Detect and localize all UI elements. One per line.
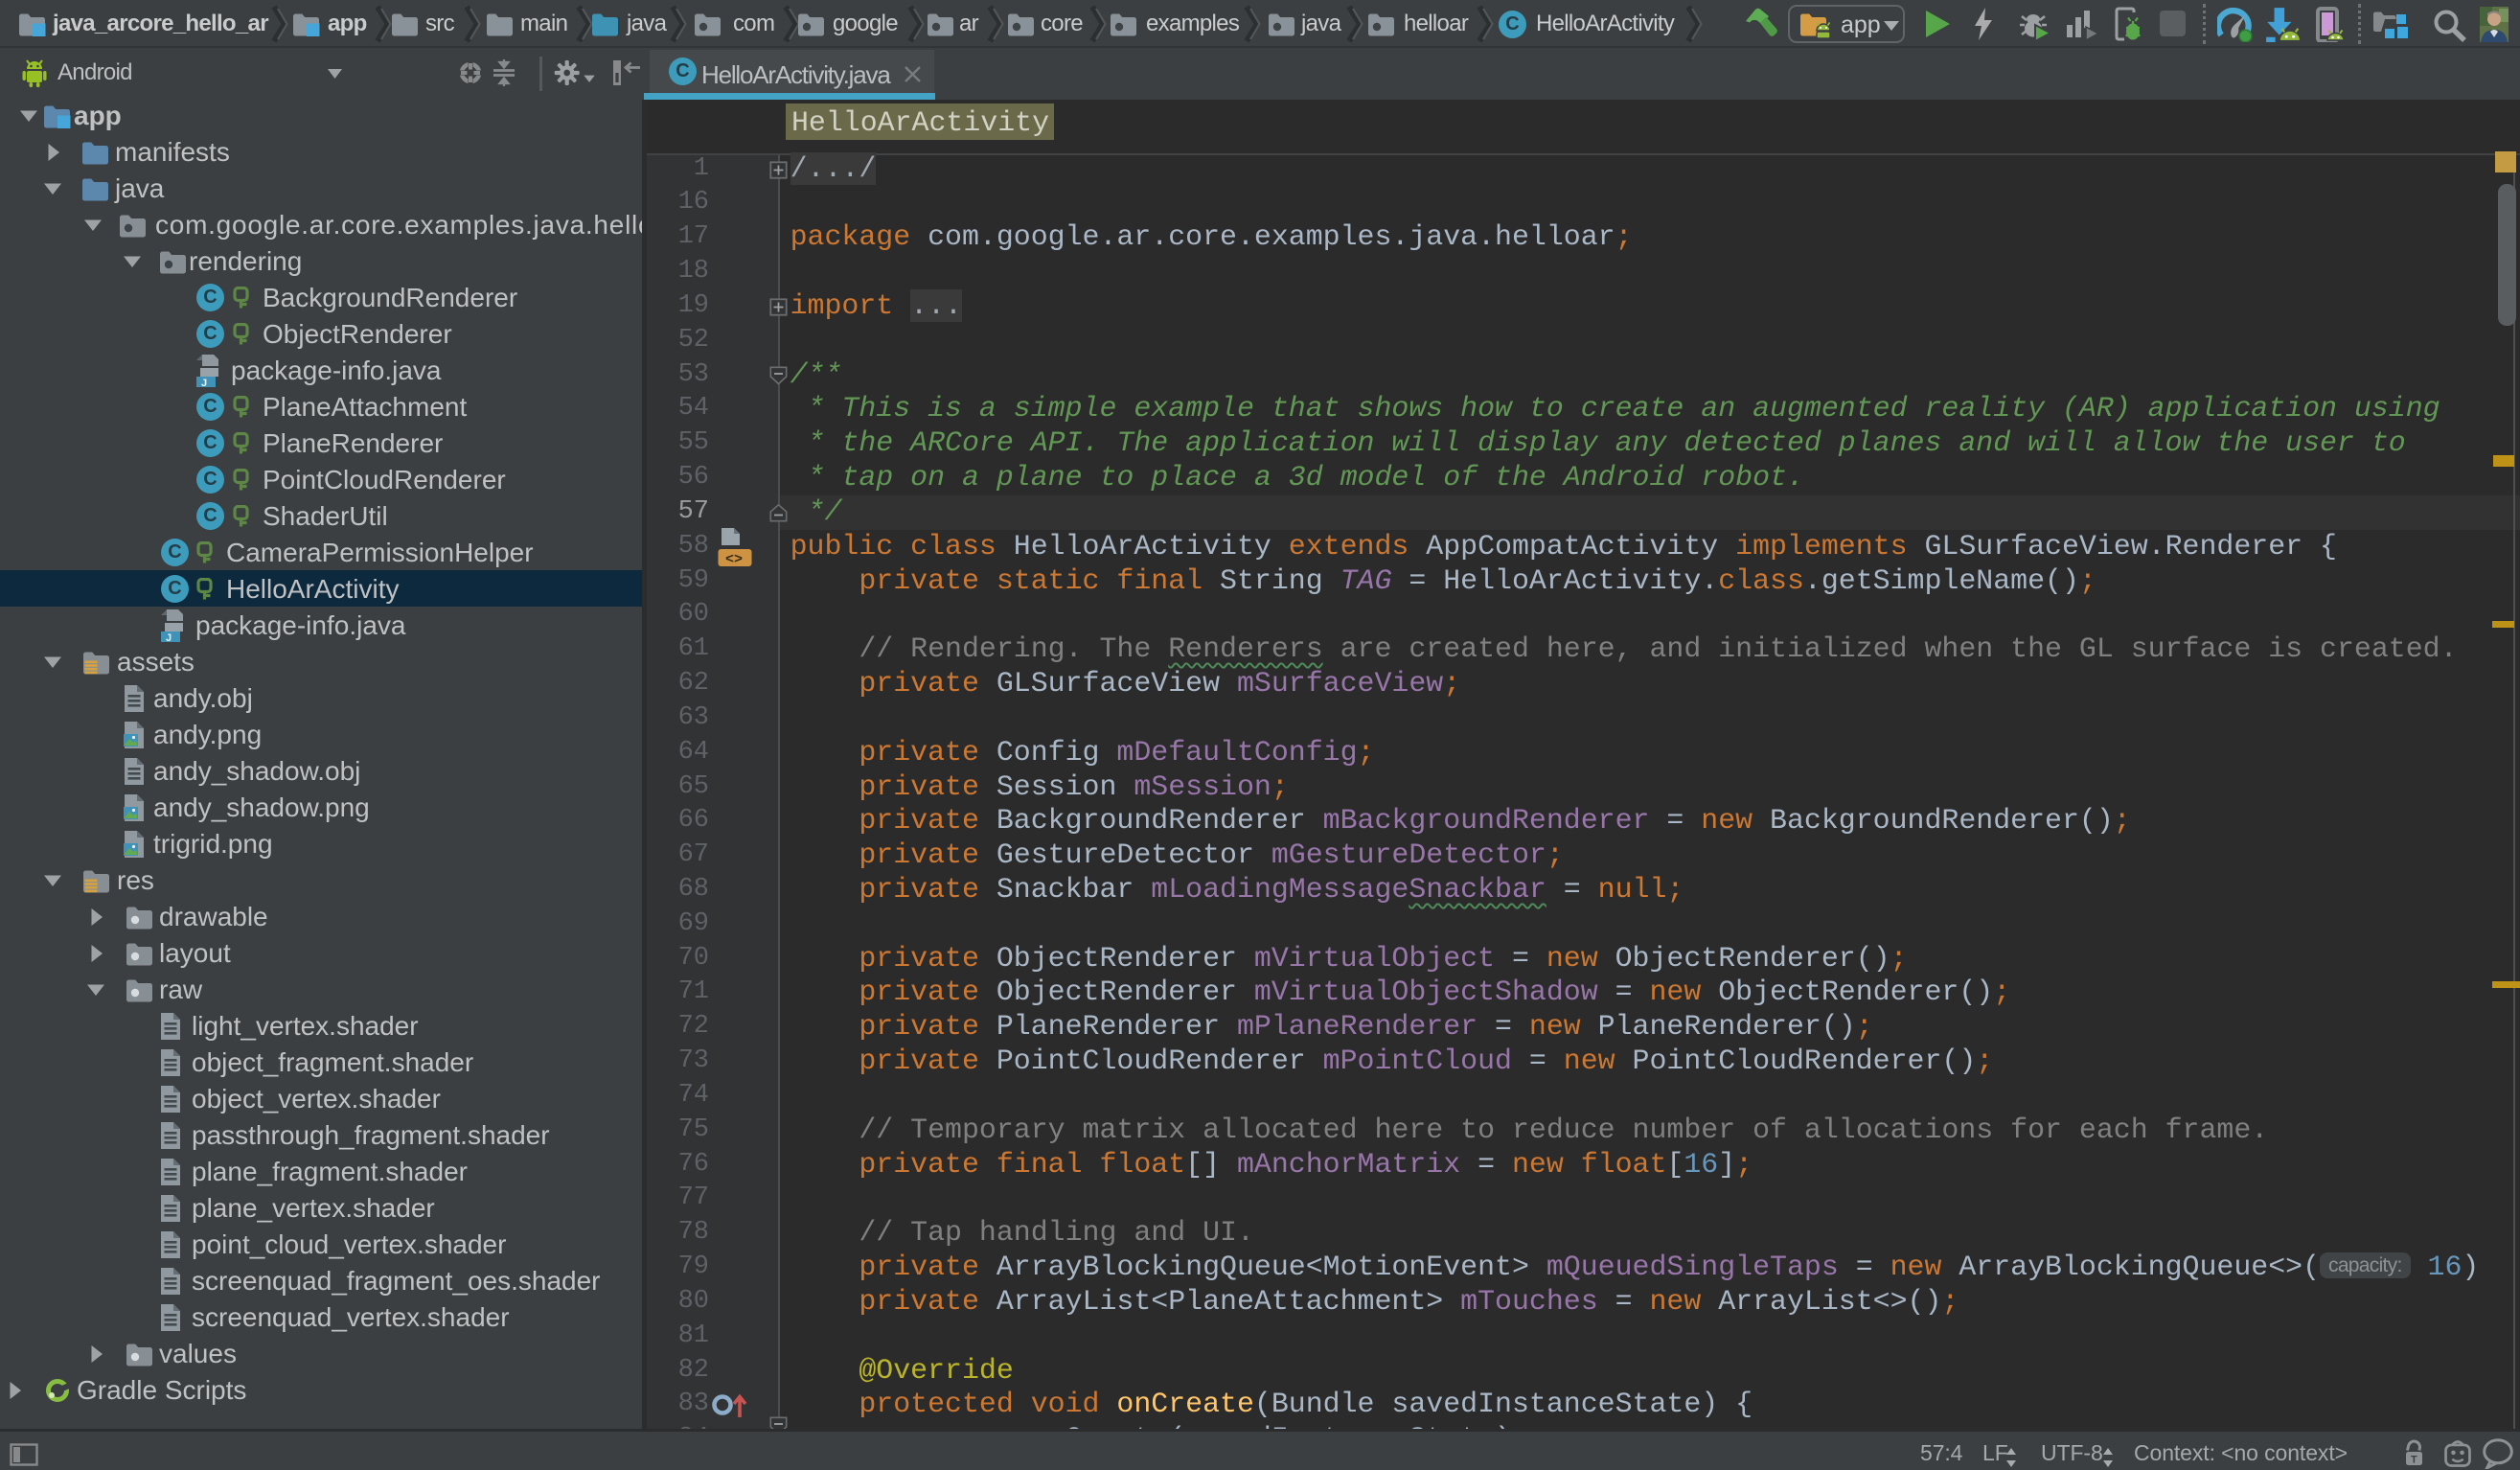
svg-text:J: J xyxy=(201,378,207,388)
svg-text:<>: <> xyxy=(725,552,743,568)
svg-text:J: J xyxy=(166,632,172,643)
svg-text:T: T xyxy=(2411,1455,2417,1466)
